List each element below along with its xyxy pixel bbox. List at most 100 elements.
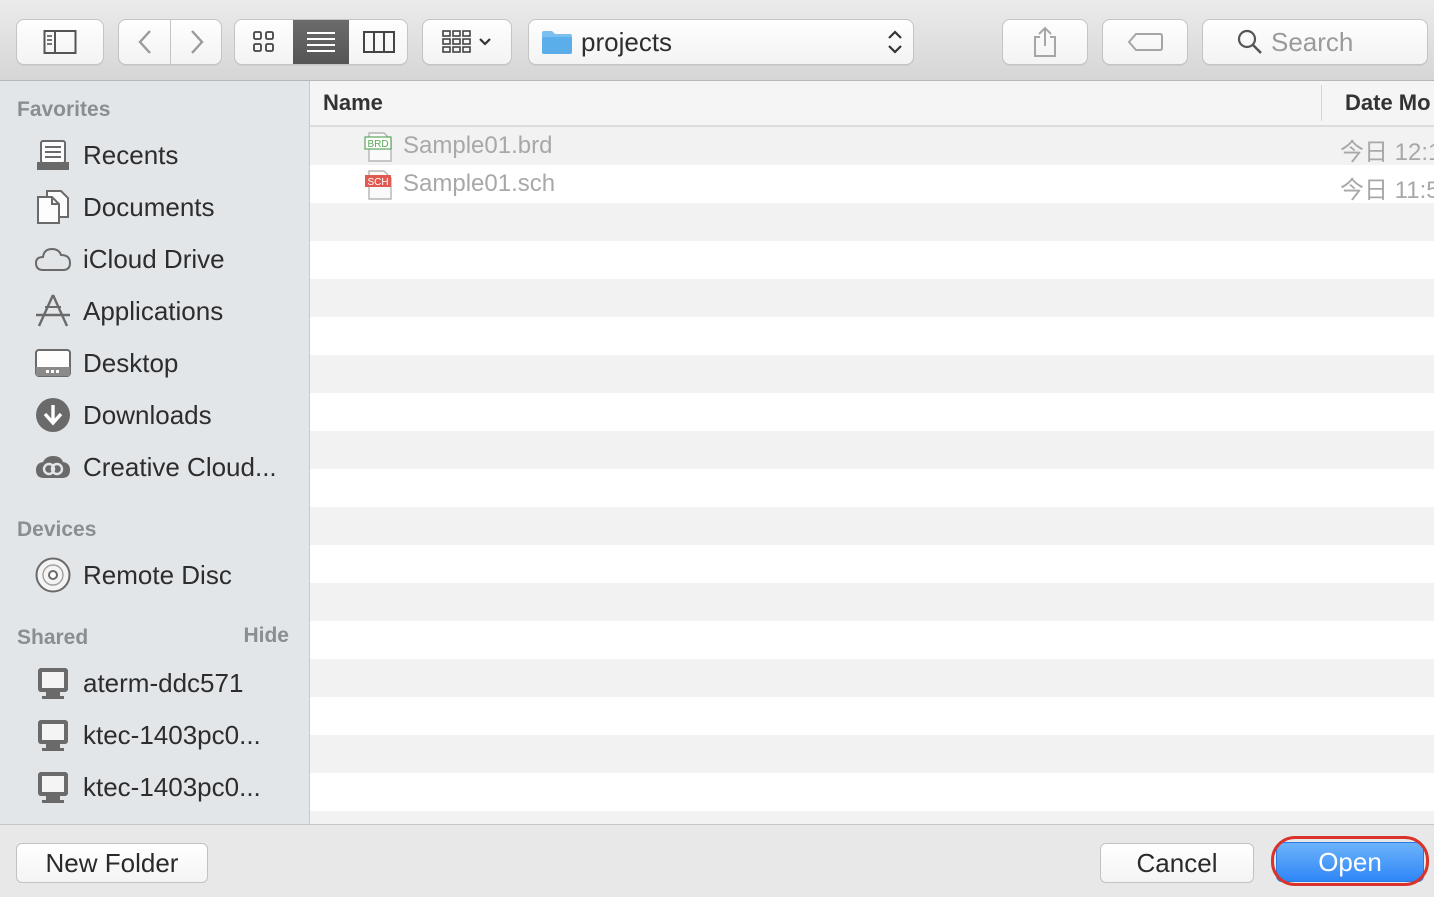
- share-icon: [1034, 26, 1056, 57]
- sidebar-item-applications[interactable]: Applications: [33, 287, 303, 335]
- sidebar-item-label: Creative Cloud...: [83, 451, 277, 482]
- empty-row: [310, 735, 1434, 773]
- arrange-dropdown[interactable]: [422, 19, 512, 65]
- disc-icon: [33, 555, 73, 595]
- svg-text:SCH: SCH: [367, 177, 388, 188]
- file-date: 今日 11:5: [1340, 177, 1434, 204]
- list-view-button[interactable]: [293, 20, 349, 64]
- sidebar-toggle-button[interactable]: [16, 19, 104, 65]
- sidebar-item-label: ktec-1403pc0...: [83, 771, 261, 802]
- open-button-highlight: [1271, 836, 1429, 886]
- sidebar: Favorites Recents Documents iCloud Drive…: [0, 81, 310, 824]
- column-view-button[interactable]: [349, 20, 407, 64]
- empty-row: [310, 621, 1434, 659]
- new-folder-button[interactable]: New Folder: [16, 843, 208, 883]
- sidebar-item-label: Documents: [83, 191, 215, 222]
- column-header-date[interactable]: Date Mo: [1345, 90, 1431, 116]
- computer-icon: [33, 663, 73, 703]
- sidebar-item-label: Recents: [83, 139, 179, 170]
- file-name: Sample01.brd: [403, 132, 553, 159]
- path-folder-label: projects: [581, 26, 673, 57]
- file-name: Sample01.sch: [403, 170, 556, 197]
- folder-icon: [542, 31, 572, 54]
- recents-icon: [33, 135, 73, 175]
- empty-row: [310, 431, 1434, 469]
- desktop-icon: [33, 343, 73, 383]
- creative-cloud-icon: [33, 447, 73, 487]
- downloads-icon: [33, 395, 73, 435]
- sidebar-item-label: Applications: [83, 295, 224, 326]
- forward-button[interactable]: [171, 20, 222, 64]
- chevron-right-icon: [190, 30, 204, 54]
- brd-file-icon: BRD: [364, 132, 394, 167]
- icloud-icon: [33, 239, 73, 279]
- list-icon: [307, 32, 335, 52]
- back-forward-group: [118, 19, 222, 65]
- sidebar-item-shared-computer[interactable]: ktec-1403pc0...: [33, 763, 303, 811]
- toolbar: projects Search: [0, 0, 1434, 81]
- file-date: 今日 12:1: [1340, 139, 1434, 166]
- empty-row: [310, 659, 1434, 697]
- shared-heading: Shared: [17, 626, 89, 649]
- cancel-button[interactable]: Cancel: [1100, 843, 1254, 883]
- icon-view-button[interactable]: [235, 20, 293, 64]
- sch-file-icon: SCH: [364, 170, 394, 205]
- sidebar-item-icloud-drive[interactable]: iCloud Drive: [33, 235, 303, 283]
- shared-hide-button[interactable]: Hide: [243, 624, 289, 648]
- empty-row: [310, 241, 1434, 279]
- column-divider[interactable]: [1321, 85, 1322, 121]
- up-down-chevron-icon: [888, 30, 902, 54]
- documents-icon: [33, 187, 73, 227]
- columns-icon: [363, 31, 395, 53]
- applications-icon: [33, 291, 73, 331]
- sidebar-item-label: aterm-ddc571: [83, 667, 244, 698]
- sidebar-item-label: Remote Disc: [83, 559, 232, 590]
- view-mode-control: [234, 19, 408, 65]
- computer-icon: [33, 715, 73, 755]
- sidebar-item-documents[interactable]: Documents: [33, 183, 303, 231]
- empty-row: [310, 773, 1434, 811]
- file-row[interactable]: BRD Sample01.brd 今日 12:1: [310, 127, 1434, 167]
- file-row[interactable]: SCH Sample01.sch 今日 11:5: [310, 165, 1434, 205]
- empty-row: [310, 469, 1434, 507]
- sidebar-item-label: iCloud Drive: [83, 243, 225, 274]
- tag-button[interactable]: [1102, 19, 1188, 65]
- computer-icon: [33, 767, 73, 807]
- column-header-name[interactable]: Name: [323, 90, 383, 116]
- file-list: Name Date Mo BRD Sample01.brd 今日 12:1 SC…: [310, 81, 1434, 824]
- sidebar-item-remote-disc[interactable]: Remote Disc: [33, 551, 303, 599]
- search-icon: [1237, 29, 1262, 54]
- empty-row: [310, 393, 1434, 431]
- empty-row: [310, 507, 1434, 545]
- empty-row: [310, 697, 1434, 735]
- chevron-left-icon: [137, 30, 151, 54]
- sidebar-item-shared-computer[interactable]: aterm-ddc571: [33, 659, 303, 707]
- chevron-down-icon: [479, 38, 491, 46]
- sidebar-item-label: Downloads: [83, 399, 212, 430]
- favorites-heading: Favorites: [17, 98, 111, 121]
- path-popup[interactable]: projects: [528, 19, 914, 65]
- sidebar-item-recents[interactable]: Recents: [33, 131, 303, 179]
- sidebar-toggle-icon: [43, 30, 77, 54]
- back-button[interactable]: [119, 20, 170, 64]
- svg-text:BRD: BRD: [367, 139, 388, 150]
- sidebar-item-shared-computer[interactable]: ktec-1403pc0...: [33, 711, 303, 759]
- empty-row: [310, 811, 1434, 824]
- search-placeholder: Search: [1271, 26, 1354, 57]
- tag-icon: [1127, 33, 1163, 51]
- list-header: Name Date Mo: [310, 81, 1434, 127]
- empty-row: [310, 545, 1434, 583]
- empty-row: [310, 317, 1434, 355]
- empty-row: [310, 583, 1434, 621]
- sidebar-item-label: ktec-1403pc0...: [83, 719, 261, 750]
- sidebar-item-label: Desktop: [83, 347, 179, 378]
- search-field[interactable]: Search: [1202, 19, 1428, 65]
- sidebar-item-creative-cloud[interactable]: Creative Cloud...: [33, 443, 303, 491]
- empty-row: [310, 279, 1434, 317]
- sidebar-item-downloads[interactable]: Downloads: [33, 391, 303, 439]
- grid-icon: [253, 31, 274, 52]
- file-rows: BRD Sample01.brd 今日 12:1 SCH Sample01.sc…: [310, 127, 1434, 824]
- share-button[interactable]: [1002, 19, 1088, 65]
- empty-row: [310, 203, 1434, 241]
- sidebar-item-desktop[interactable]: Desktop: [33, 339, 303, 387]
